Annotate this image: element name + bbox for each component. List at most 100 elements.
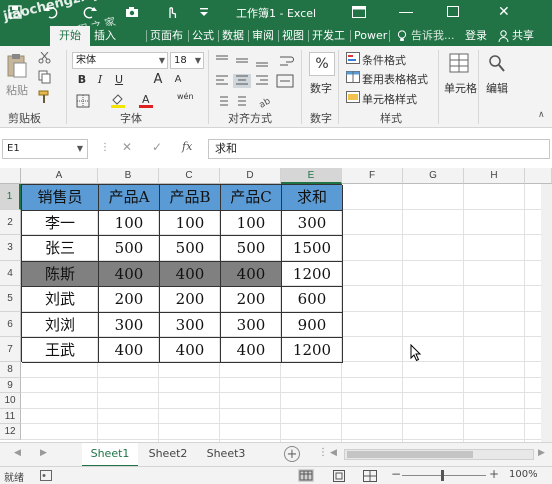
hscroll-left-icon[interactable]: ◀ — [330, 448, 337, 458]
tab-home[interactable]: 开始 — [50, 26, 90, 46]
table-cell[interactable]: 李一 — [22, 211, 99, 236]
ribbon-display-icon[interactable] — [352, 6, 366, 18]
column-header-d[interactable]: D — [220, 168, 281, 184]
conditional-format-button[interactable]: 条件格式 — [362, 52, 406, 68]
table-cell[interactable]: 1200 — [282, 338, 343, 363]
login-link[interactable]: 登录 — [465, 26, 487, 46]
format-as-table-button[interactable]: 套用表格格式 — [362, 71, 428, 87]
cancel-icon[interactable]: ✕ — [122, 140, 132, 154]
table-cell[interactable]: 张三 — [22, 236, 99, 262]
cells-icon[interactable] — [449, 52, 469, 76]
paste-icon[interactable] — [6, 52, 28, 80]
camera-icon[interactable] — [125, 5, 139, 19]
number-format-button[interactable]: % — [309, 52, 335, 76]
table-cell[interactable]: 600 — [282, 287, 343, 313]
table-cell[interactable]: 100 — [160, 211, 221, 236]
column-header-a[interactable]: A — [21, 168, 98, 184]
vertical-align-icons[interactable] — [214, 54, 272, 68]
row-header-2[interactable]: 2 — [0, 210, 21, 235]
font-name-select[interactable]: 宋体 ▼ — [72, 52, 168, 69]
close-icon[interactable]: ✕ — [498, 4, 510, 20]
shrink-font-button[interactable]: A — [170, 72, 186, 88]
table-cell[interactable]: 200 — [160, 287, 221, 313]
indent-icons[interactable] — [214, 94, 254, 108]
bold-button[interactable]: B — [74, 72, 90, 88]
copy-icon[interactable] — [38, 70, 52, 84]
row-header-10[interactable]: 10 — [0, 393, 21, 409]
merge-center-icon[interactable] — [276, 74, 294, 88]
row-header-7[interactable]: 7 — [0, 337, 21, 362]
row-header-11[interactable]: 11 — [0, 409, 21, 424]
search-icon[interactable] — [487, 52, 507, 76]
table-cell[interactable]: 100 — [221, 211, 282, 236]
header-cell-product-c[interactable]: 产品C — [221, 185, 282, 211]
customize-toolbar-icon[interactable] — [198, 5, 210, 19]
zoom-out-button[interactable]: − — [391, 467, 401, 481]
hscroll-right-icon[interactable]: ▶ — [538, 448, 545, 458]
editing-button[interactable]: 编辑 — [486, 80, 508, 96]
zoom-slider-thumb[interactable] — [441, 470, 444, 481]
font-size-select[interactable]: 18 ▼ — [170, 52, 204, 69]
minimize-icon[interactable] — [399, 12, 413, 13]
zoom-level[interactable]: 100% — [509, 469, 538, 480]
table-cell[interactable]: 刘武 — [22, 287, 99, 313]
table-cell[interactable]: 400 — [160, 338, 221, 363]
table-cell[interactable]: 1200 — [282, 262, 343, 287]
page-break-view-icon[interactable] — [363, 470, 377, 482]
table-cell[interactable]: 400 — [99, 338, 160, 363]
vertical-scrollbar[interactable] — [541, 184, 552, 442]
column-header-b[interactable]: B — [98, 168, 159, 184]
row-header-8[interactable]: 8 — [0, 362, 21, 378]
share-button[interactable]: 共享 — [512, 26, 534, 46]
row-header-9[interactable]: 9 — [0, 378, 21, 393]
horizontal-scrollbar[interactable] — [344, 449, 534, 460]
table-cell[interactable]: 300 — [160, 313, 221, 338]
paste-button[interactable]: 粘贴 — [6, 82, 28, 98]
column-header-f[interactable]: F — [342, 168, 403, 184]
table-cell[interactable]: 300 — [282, 211, 343, 236]
phonetic-button[interactable]: wén — [177, 92, 194, 101]
table-cell[interactable]: 500 — [99, 236, 160, 262]
text-orientation-icon[interactable]: ab — [258, 94, 276, 108]
sheet-tab-sheet2[interactable]: Sheet2 — [140, 443, 196, 465]
tab-review[interactable]: 审阅 — [252, 26, 274, 46]
column-header-h[interactable]: H — [464, 168, 525, 184]
collapse-ribbon-icon[interactable]: ∧ — [538, 110, 545, 120]
table-cell[interactable]: 200 — [99, 287, 160, 313]
zoom-slider[interactable] — [402, 475, 486, 476]
row-header-5[interactable]: 5 — [0, 286, 21, 312]
horizontal-align-icons[interactable] — [214, 74, 272, 88]
borders-icon[interactable] — [76, 94, 90, 108]
italic-button[interactable]: I — [92, 72, 108, 88]
column-header-c[interactable]: C — [159, 168, 220, 184]
sheet-tab-sheet1[interactable]: Sheet1 — [82, 443, 138, 467]
table-cell[interactable]: 500 — [221, 236, 282, 262]
row-header-3[interactable]: 3 — [0, 235, 21, 261]
table-cell[interactable]: 300 — [221, 313, 282, 338]
tab-file[interactable] — [2, 26, 16, 46]
tab-power[interactable]: Power — [354, 26, 387, 46]
name-box[interactable]: E1 ▼ — [2, 139, 88, 159]
table-cell[interactable]: 1500 — [282, 236, 343, 262]
tab-developer[interactable]: 开发工 — [312, 26, 345, 46]
header-cell-product-b[interactable]: 产品B — [160, 185, 221, 211]
table-cell-highlighted[interactable]: 陈斯 — [22, 262, 99, 287]
header-cell-sum[interactable]: 求和 — [282, 185, 343, 211]
table-cell[interactable]: 400 — [221, 338, 282, 363]
column-header-e[interactable]: E — [281, 168, 342, 184]
tab-data[interactable]: 数据 — [222, 26, 244, 46]
worksheet-grid[interactable]: A B C D E F G H 1 2 3 4 5 6 7 8 9 10 11 … — [0, 168, 552, 442]
table-cell[interactable]: 900 — [282, 313, 343, 338]
tab-formulas[interactable]: 公式 — [192, 26, 214, 46]
font-color-icon[interactable]: A — [138, 92, 154, 108]
row-header-6[interactable]: 6 — [0, 312, 21, 337]
tab-insert[interactable]: 插入 — [94, 26, 116, 46]
column-header-g[interactable]: G — [403, 168, 464, 184]
wrap-text-icon[interactable] — [278, 54, 294, 68]
header-cell-product-a[interactable]: 产品A — [99, 185, 160, 211]
table-cell[interactable]: 王武 — [22, 338, 99, 363]
new-sheet-icon[interactable]: + — [284, 446, 300, 462]
tell-me-box[interactable]: 告诉我... — [411, 26, 455, 46]
table-cell-highlighted[interactable]: 400 — [221, 262, 282, 287]
header-cell-salesperson[interactable]: 销售员 — [22, 185, 99, 211]
